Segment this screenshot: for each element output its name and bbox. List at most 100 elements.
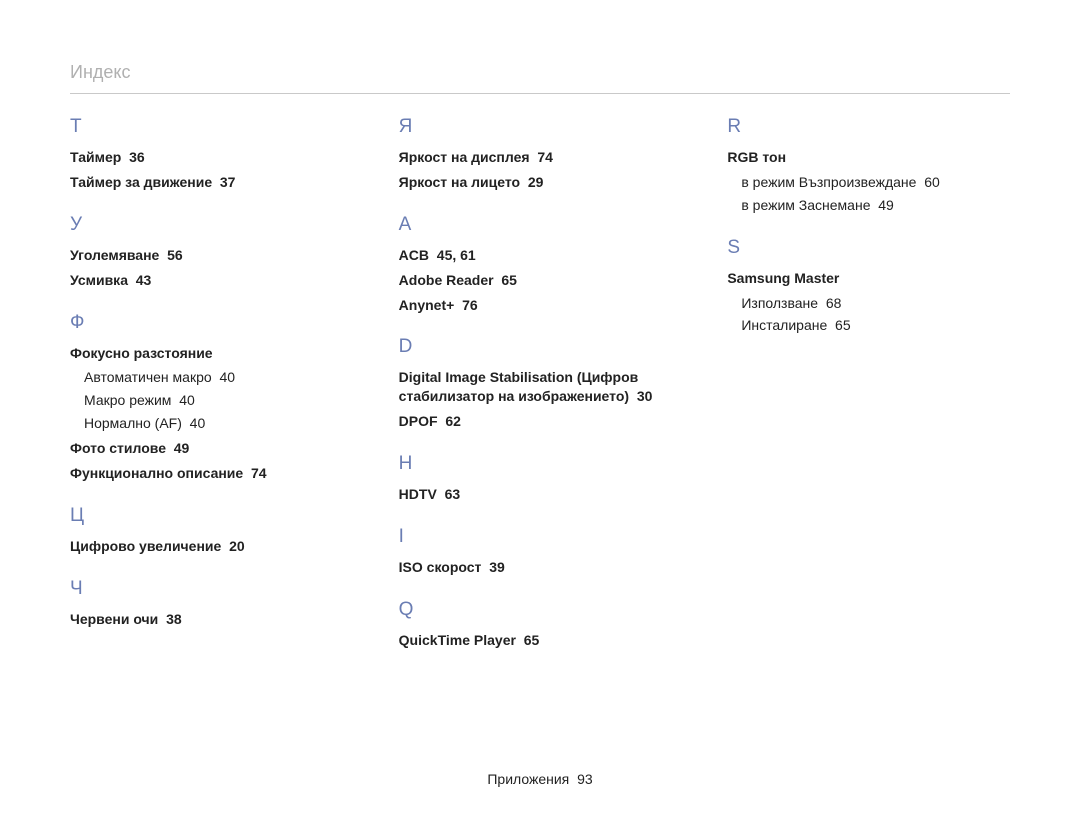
index-section: Ч Червени очи 38 — [70, 578, 353, 629]
entry-term: RGB тон — [727, 149, 786, 165]
entry-term: Усмивка — [70, 272, 128, 288]
index-section: У Уголемяване 56 Усмивка 43 — [70, 214, 353, 290]
entry-term: Adobe Reader — [399, 272, 494, 288]
index-entry[interactable]: Уголемяване 56 — [70, 246, 353, 265]
index-section: I ISO скорост 39 — [399, 526, 682, 577]
subentry-term: Нормално (AF) — [84, 415, 182, 431]
page-footer: Приложения 93 — [0, 771, 1080, 787]
subentry-page: 40 — [179, 392, 195, 408]
index-entry[interactable]: Таймер за движение 37 — [70, 173, 353, 192]
index-entry[interactable]: Anynet+ 76 — [399, 296, 682, 315]
entry-page: 30 — [637, 388, 653, 404]
index-subentry[interactable]: Използване 68 — [741, 294, 1010, 313]
entry-page: 65 — [501, 272, 517, 288]
index-section: SSamsung MasterИзползване 68Инсталиране … — [727, 237, 1010, 336]
index-section: Q QuickTime Player 65 — [399, 599, 682, 650]
entry-page: 76 — [462, 297, 478, 313]
entry-term: DPOF — [399, 413, 438, 429]
entry-term: Яркост на лицето — [399, 174, 520, 190]
index-entry[interactable]: Червени очи 38 — [70, 610, 353, 629]
entry-term: ACB — [399, 247, 429, 263]
index-entry[interactable]: ACB 45, 61 — [399, 246, 682, 265]
page-title: Индекс — [70, 62, 1010, 94]
entry-page: 74 — [537, 149, 553, 165]
index-entry[interactable]: Adobe Reader 65 — [399, 271, 682, 290]
entry-term: Фото стилове — [70, 440, 166, 456]
entry-page: 39 — [489, 559, 505, 575]
entry-page: 29 — [528, 174, 544, 190]
entry-page: 38 — [166, 611, 182, 627]
index-subentry[interactable]: Инсталиране 65 — [741, 316, 1010, 335]
columns-container: ТТаймер 36Таймер за движение 37УУголемяв… — [70, 108, 1010, 672]
index-entry[interactable]: Цифрово увеличение 20 — [70, 537, 353, 556]
index-entry[interactable]: Таймер 36 — [70, 148, 353, 167]
index-subentry[interactable]: Нормално (AF) 40 — [84, 414, 353, 433]
entry-page: 74 — [251, 465, 267, 481]
section-letter: H — [399, 453, 682, 475]
section-letter: I — [399, 526, 682, 548]
entry-term: Таймер — [70, 149, 121, 165]
entry-page: 45, 61 — [437, 247, 476, 263]
section-letter: Я — [399, 116, 682, 138]
index-section: H HDTV 63 — [399, 453, 682, 504]
subentry-page: 68 — [826, 295, 842, 311]
entry-term: Таймер за движение — [70, 174, 212, 190]
index-entry[interactable]: Яркост на лицето 29 — [399, 173, 682, 192]
entry-page: 56 — [167, 247, 183, 263]
entry-term: Anynet+ — [399, 297, 455, 313]
index-subentry[interactable]: в режим Възпроизвеждане 60 — [741, 173, 1010, 192]
section-letter: Ц — [70, 505, 353, 527]
subentry-page: 65 — [835, 317, 851, 333]
subentry-term: в режим Възпроизвеждане — [741, 174, 916, 190]
section-letter: Q — [399, 599, 682, 621]
index-section: ТТаймер 36Таймер за движение 37 — [70, 116, 353, 192]
index-section: Я Яркост на дисплея 74 Яркост на лицето 29 — [399, 116, 682, 192]
section-letter: Ч — [70, 578, 353, 600]
index-entry[interactable]: QuickTime Player 65 — [399, 631, 682, 650]
index-subentry[interactable]: в режим Заснемане 49 — [741, 196, 1010, 215]
subentry-term: Инсталиране — [741, 317, 827, 333]
index-entry[interactable]: DPOF 62 — [399, 412, 682, 431]
entry-term: Цифрово увеличение — [70, 538, 221, 554]
index-section: D Digital Image Stabilisation (Цифров ста… — [399, 336, 682, 431]
section-letter: Ф — [70, 312, 353, 334]
index-entry[interactable]: Функционално описание 74 — [70, 464, 353, 483]
index-entry[interactable]: Фокусно разстояние — [70, 344, 353, 363]
index-entry[interactable]: Фото стилове 49 — [70, 439, 353, 458]
index-section: A ACB 45, 61 Adobe Reader 65 Anynet+ 76 — [399, 214, 682, 315]
subentry-term: Автоматичен макро — [84, 369, 212, 385]
index-section: RRGB тонв режим Възпроизвеждане 60в режи… — [727, 116, 1010, 215]
index-subentry[interactable]: Автоматичен макро 40 — [84, 368, 353, 387]
subentry-term: Използване — [741, 295, 818, 311]
entry-page: 37 — [220, 174, 236, 190]
column: RRGB тонв режим Възпроизвеждане 60в режи… — [727, 108, 1010, 672]
index-entry[interactable]: Digital Image Stabilisation (Цифров стаб… — [399, 368, 682, 406]
footer-page: 93 — [577, 771, 593, 787]
index-entry[interactable]: RGB тон — [727, 148, 1010, 167]
index-section: ФФокусно разстояниеАвтоматичен макро 40М… — [70, 312, 353, 483]
entry-term: Функционално описание — [70, 465, 243, 481]
entry-page: 43 — [136, 272, 152, 288]
column: Я Яркост на дисплея 74 Яркост на лицето 29… — [399, 108, 682, 672]
entry-page: 63 — [445, 486, 461, 502]
index-entry[interactable]: Яркост на дисплея 74 — [399, 148, 682, 167]
section-letter: A — [399, 214, 682, 236]
index-entry[interactable]: Samsung Master — [727, 269, 1010, 288]
index-subentry[interactable]: Макро режим 40 — [84, 391, 353, 410]
index-entry[interactable]: ISO скорост 39 — [399, 558, 682, 577]
entry-term: QuickTime Player — [399, 632, 516, 648]
entry-term: Фокусно разстояние — [70, 345, 213, 361]
section-letter: У — [70, 214, 353, 236]
subentry-term: Макро режим — [84, 392, 171, 408]
entry-term: Уголемяване — [70, 247, 159, 263]
index-page: Индекс ТТаймер 36Таймер за движение 37УУ… — [0, 0, 1080, 815]
subentry-term: в режим Заснемане — [741, 197, 870, 213]
index-entry[interactable]: Усмивка 43 — [70, 271, 353, 290]
subentry-page: 49 — [878, 197, 894, 213]
entry-term: ISO скорост — [399, 559, 482, 575]
entry-page: 62 — [445, 413, 461, 429]
entry-page: 49 — [174, 440, 190, 456]
subentry-page: 40 — [190, 415, 206, 431]
section-letter: D — [399, 336, 682, 358]
index-entry[interactable]: HDTV 63 — [399, 485, 682, 504]
